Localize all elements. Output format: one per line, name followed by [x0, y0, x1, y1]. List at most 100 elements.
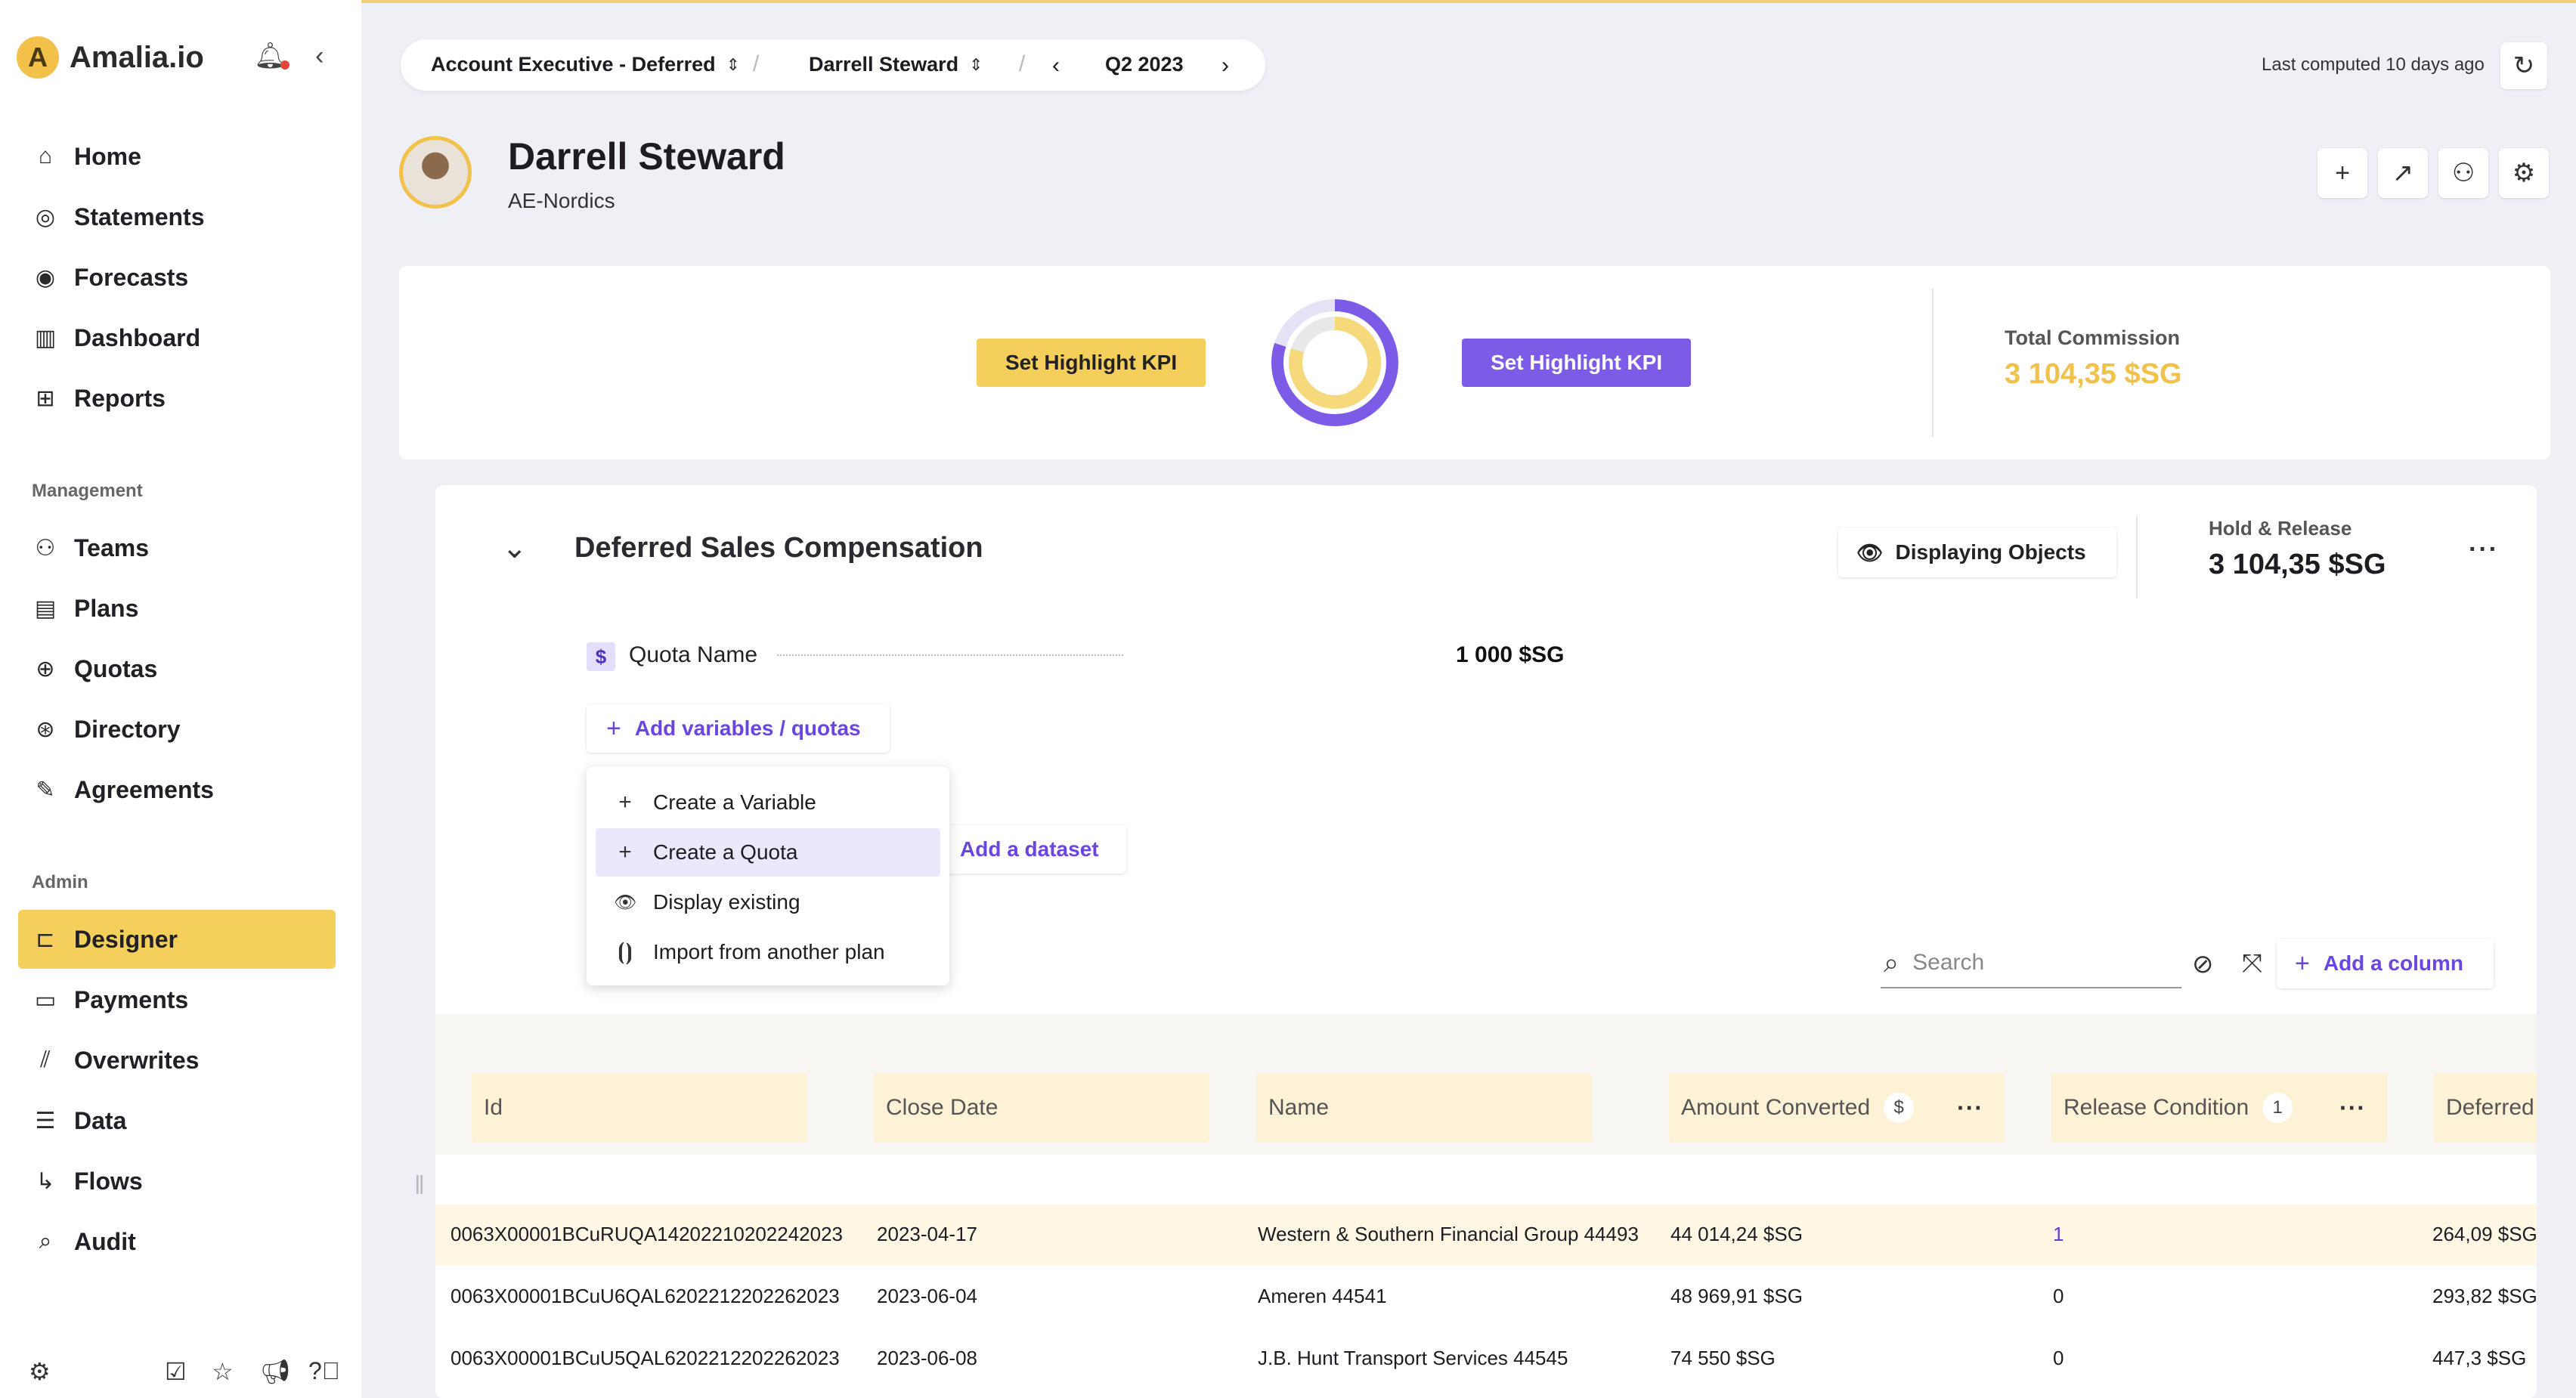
plan-selector[interactable]: Account Executive - Deferred ⇕	[431, 53, 740, 76]
cell-deferred: 447,3 $SG	[2432, 1347, 2527, 1369]
cell-deferred: 264,09 $SG	[2432, 1223, 2537, 1245]
sidebar-item-audit[interactable]: ⌕ Audit	[18, 1212, 336, 1271]
add-variables-quotas-button[interactable]: + Add variables / quotas	[587, 704, 890, 753]
more-options-icon[interactable]: ···	[2469, 535, 2499, 564]
column-header-name[interactable]: Name	[1256, 1073, 1592, 1143]
team-label: AE-Nordics	[508, 189, 615, 212]
next-period-icon[interactable]: ›	[1221, 53, 1229, 79]
settings-icon[interactable]: ⚙	[29, 1357, 51, 1386]
user-selector[interactable]: Darrell Steward ⇕	[809, 53, 983, 76]
column-header-id[interactable]: Id	[472, 1073, 807, 1143]
cell-amount: 74 550 $SG	[1670, 1347, 1776, 1369]
table-row[interactable]: 0063X00001BCuU5QAL6202212202262023 2023-…	[435, 1328, 2537, 1389]
sidebar-item-quotas[interactable]: ⊕ Quotas	[18, 639, 336, 698]
sidebar-item-payments[interactable]: ▭ Payments	[18, 970, 336, 1029]
app-logo[interactable]: A Amalia.io	[17, 36, 204, 79]
tasks-icon[interactable]: ☑	[165, 1357, 187, 1386]
teams-icon: ⚇	[35, 535, 56, 561]
sidebar-item-forecasts[interactable]: ◉ Forecasts	[18, 248, 336, 307]
add-button[interactable]: +	[2317, 148, 2367, 198]
sidebar-item-directory[interactable]: ⊛ Directory	[18, 700, 336, 759]
menu-item-create-variable[interactable]: + Create a Variable	[596, 778, 940, 827]
displaying-objects-button[interactable]: 👁︎ Displaying Objects	[1838, 527, 2116, 577]
table-row[interactable]: 0063X00001BCuU6QAL6202212202262023 2023-…	[435, 1267, 2537, 1327]
column-header-close-date[interactable]: Close Date	[874, 1073, 1209, 1143]
quotas-icon: ⊕	[36, 656, 55, 682]
search-field: ⌕	[1881, 939, 2181, 988]
add-dataset-button[interactable]: Add a dataset	[937, 825, 1126, 874]
sidebar-item-overwrites[interactable]: ⫽ Overwrites	[18, 1031, 336, 1090]
search-input[interactable]	[1912, 950, 2155, 976]
set-highlight-kpi-button-right[interactable]: Set Highlight KPI	[1462, 339, 1692, 387]
overwrites-icon: ⫽	[40, 1047, 51, 1072]
total-commission-label: Total Commission	[2005, 326, 2181, 349]
currency-badge: $	[587, 642, 615, 671]
refresh-button[interactable]: ↻	[2500, 42, 2547, 89]
last-computed-text: Last computed 10 days ago	[2262, 54, 2485, 75]
sidebar-item-designer[interactable]: ⊏ Designer	[18, 910, 336, 969]
megaphone-icon[interactable]: 📢︎	[260, 1357, 291, 1386]
rule-title: Deferred Sales Compensation	[574, 532, 983, 564]
sidebar-item-reports[interactable]: ⊞ Reports	[18, 369, 336, 428]
table-row[interactable]: 0063X00001BCuRUQA14202210202242023 2023-…	[435, 1205, 2537, 1265]
sidebar-item-label: Overwrites	[74, 1046, 200, 1074]
sidebar-item-flows[interactable]: ↳ Flows	[18, 1152, 336, 1211]
settings-button[interactable]: ⚙	[2499, 148, 2549, 198]
sidebar-item-teams[interactable]: ⚇ Teams	[18, 518, 336, 577]
menu-item-display-existing[interactable]: 👁︎ Display existing	[596, 878, 940, 926]
sidebar-item-home[interactable]: ⌂ Home	[18, 127, 336, 186]
sidebar-item-label: Plans	[74, 594, 139, 622]
add-column-button[interactable]: + Add a column	[2277, 939, 2494, 988]
sidebar-item-plans[interactable]: ▤ Plans	[18, 579, 336, 638]
column-header-amount-converted[interactable]: Amount Converted $ ···	[1669, 1073, 2005, 1143]
statements-icon: ◎	[35, 204, 56, 230]
hold-release-value: 3 104,35 $SG	[2209, 549, 2386, 580]
add-dataset-label: Add a dataset	[960, 837, 1099, 861]
column-header-deferred[interactable]: Deferred	[2434, 1073, 2537, 1143]
kpi-card: Set Highlight KPI Set Highlight KPI Tota…	[399, 266, 2550, 459]
cell-close-date: 2023-06-04	[877, 1285, 977, 1307]
home-icon: ⌂	[38, 144, 53, 169]
menu-item-label: Display existing	[653, 890, 800, 914]
menu-item-import-plan[interactable]: ⦗⦘ Import from another plan	[596, 928, 940, 976]
hold-release-label: Hold & Release	[2209, 517, 2352, 540]
add-variables-dropdown-menu: + Create a Variable + Create a Quota 👁︎ …	[587, 766, 949, 985]
column-menu-icon[interactable]: ···	[1957, 1094, 1983, 1122]
help-icon[interactable]: ?⃝	[308, 1357, 340, 1385]
add-column-label: Add a column	[2323, 951, 2463, 975]
open-external-button[interactable]: ↗	[2378, 148, 2428, 198]
sidebar-item-data[interactable]: ☰ Data	[18, 1091, 336, 1150]
set-highlight-kpi-button-left[interactable]: Set Highlight KPI	[977, 339, 1206, 387]
resize-handle-icon[interactable]: ‖	[414, 1171, 425, 1201]
chevron-down-icon[interactable]: ⌄	[502, 530, 528, 565]
separator: /	[1019, 51, 1026, 76]
user-plus-icon: ⚇	[2451, 159, 2475, 187]
cell-release-condition[interactable]: 1	[2053, 1223, 2064, 1246]
quota-name[interactable]: Quota Name	[629, 642, 757, 668]
column-menu-icon[interactable]: ···	[2339, 1094, 2366, 1122]
plus-icon: +	[2335, 158, 2350, 187]
sidebar: A Amalia.io 🔔︎ ‹ ⌂ Home ◎ Statements ◉ F…	[0, 0, 361, 1398]
cell-name: Western & Southern Financial Group 44493	[1258, 1223, 1639, 1245]
collapse-sidebar-icon[interactable]: ‹	[315, 42, 324, 71]
cell-close-date: 2023-06-08	[877, 1347, 977, 1369]
hide-columns-icon[interactable]: ⊘	[2192, 949, 2214, 979]
sidebar-item-label: Designer	[74, 925, 178, 953]
previous-period-icon[interactable]: ‹	[1052, 53, 1060, 79]
menu-item-create-quota[interactable]: + Create a Quota	[596, 828, 940, 877]
bell-icon[interactable]: 🔔︎	[254, 41, 290, 71]
column-header-label: Name	[1268, 1095, 1330, 1120]
rule-divider	[2136, 515, 2138, 598]
add-user-button[interactable]: ⚇	[2438, 148, 2488, 198]
sidebar-item-label: Flows	[74, 1167, 143, 1195]
data-icon: ☰	[35, 1108, 56, 1134]
cell-release-condition: 0	[2053, 1285, 2064, 1307]
sidebar-item-agreements[interactable]: ✎ Agreements	[18, 760, 336, 819]
sidebar-item-statements[interactable]: ◎ Statements	[18, 187, 336, 246]
top-accent-line	[0, 0, 2576, 3]
unpin-icon[interactable]: ⤧	[2242, 949, 2262, 979]
sidebar-item-dashboard[interactable]: ▥ Dashboard	[18, 308, 336, 367]
column-header-release-condition[interactable]: Release Condition 1 ···	[2051, 1073, 2387, 1143]
quota-value: 1 000 $SG	[1456, 642, 1565, 667]
star-icon[interactable]: ☆	[212, 1357, 234, 1386]
